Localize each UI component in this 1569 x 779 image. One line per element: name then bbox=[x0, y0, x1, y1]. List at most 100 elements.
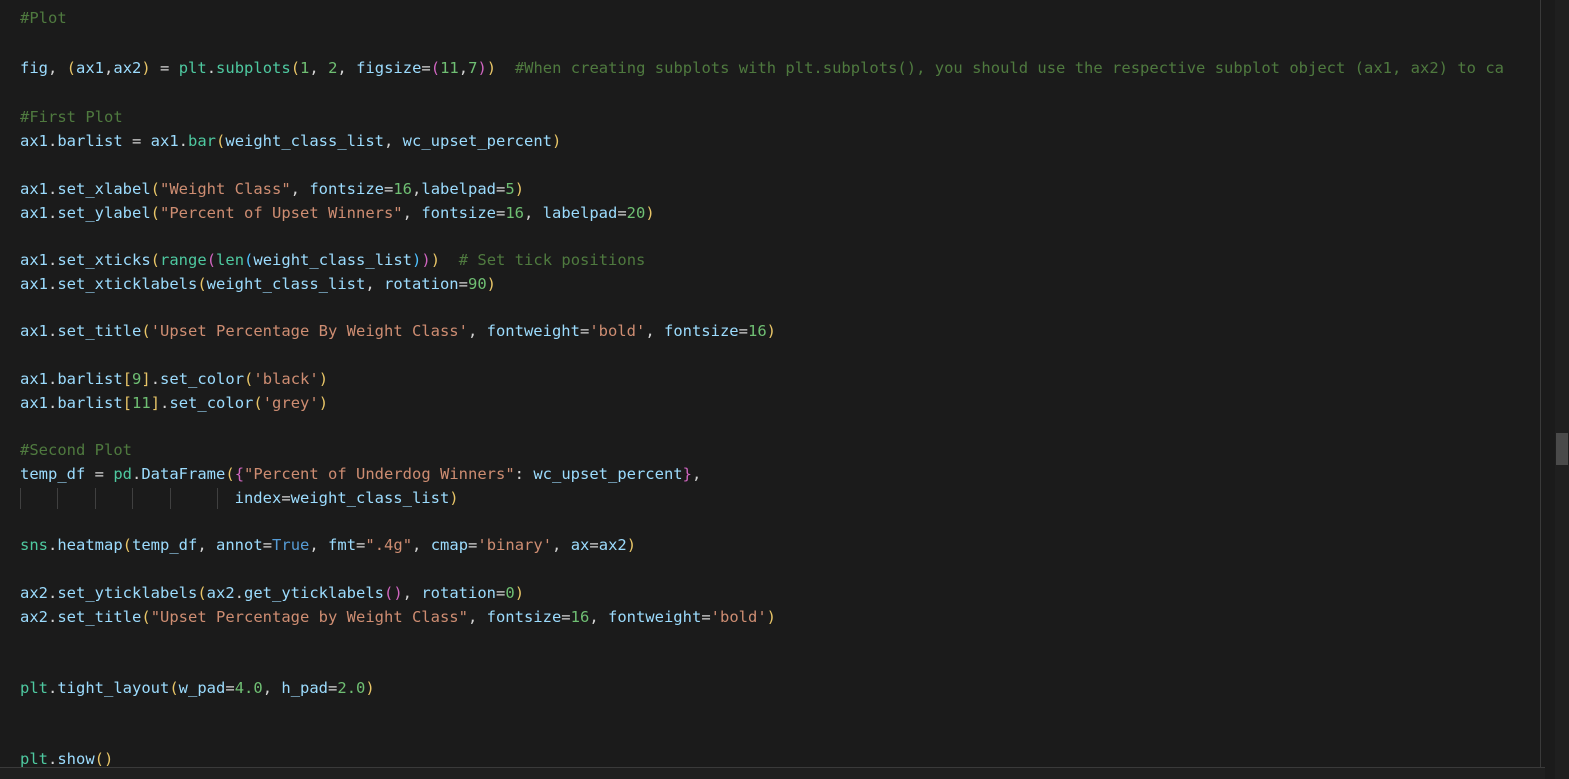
token-bracket: ) bbox=[318, 394, 329, 412]
token-punct: . bbox=[48, 251, 58, 269]
token-bracket: ) bbox=[766, 608, 776, 626]
horizontal-scrollbar[interactable] bbox=[0, 767, 1545, 779]
token-bracket: [ bbox=[122, 394, 133, 412]
token-bracket: ( bbox=[150, 204, 161, 222]
token-kwarg: h_pad bbox=[281, 679, 329, 697]
token-punct: , bbox=[645, 322, 664, 340]
code-line-21[interactable]: index=weight_class_list) bbox=[20, 486, 459, 511]
token-bracket: ( bbox=[150, 180, 161, 198]
token-kwarg: cmap bbox=[430, 536, 469, 554]
token-bracket: ( bbox=[150, 251, 161, 269]
token-punct: . bbox=[48, 322, 58, 340]
editor-right-divider bbox=[1540, 0, 1541, 779]
token-attribute: barlist bbox=[57, 370, 123, 388]
code-line-19[interactable]: #Second Plot bbox=[20, 438, 132, 463]
token-method: set_xlabel bbox=[57, 180, 151, 198]
code-line-1[interactable]: #Plot bbox=[20, 6, 67, 31]
token-punct: . bbox=[178, 132, 189, 150]
token-number: 9 bbox=[132, 370, 142, 388]
token-string: 'black' bbox=[253, 370, 319, 388]
token-operator: = bbox=[701, 608, 711, 626]
token-kwarg: fontsize bbox=[309, 180, 384, 198]
token-punct: . bbox=[48, 132, 58, 150]
token-identifier: ax1 bbox=[20, 275, 48, 293]
token-kwarg: ax bbox=[570, 536, 590, 554]
token-bracket: () bbox=[94, 750, 114, 768]
token-bracket: ) bbox=[412, 251, 422, 269]
code-line-5[interactable]: #First Plot bbox=[20, 105, 123, 130]
token-identifier: weight_class_list bbox=[206, 275, 366, 293]
code-line-3[interactable]: fig, (ax1,ax2) = plt.subplots(1, 2, figs… bbox=[20, 56, 1504, 81]
code-line-8[interactable]: ax1.set_xlabel("Weight Class", fontsize=… bbox=[20, 177, 524, 202]
token-punct: , bbox=[337, 59, 357, 77]
token-string: 'Upset Percentage By Weight Class' bbox=[150, 322, 468, 340]
token-bracket: ) bbox=[551, 132, 562, 150]
token-attribute: barlist bbox=[57, 394, 123, 412]
token-operator: = bbox=[496, 584, 506, 602]
token-identifier: ax1 bbox=[76, 59, 105, 77]
token-punct: . bbox=[48, 204, 58, 222]
token-kwarg: fontsize bbox=[663, 322, 739, 340]
code-line-25[interactable]: ax2.set_yticklabels(ax2.get_yticklabels(… bbox=[20, 581, 524, 606]
token-bracket: ) bbox=[318, 370, 329, 388]
token-operator: = bbox=[617, 204, 627, 222]
token-kwarg: fontweight bbox=[486, 322, 580, 340]
token-bracket: ( bbox=[122, 536, 133, 554]
comment-token: #Plot bbox=[20, 9, 67, 27]
code-line-16[interactable]: ax1.barlist[9].set_color('black') bbox=[20, 367, 328, 392]
token-number: 16 bbox=[570, 608, 590, 626]
code-line-6[interactable]: ax1.barlist = ax1.bar(weight_class_list,… bbox=[20, 129, 561, 154]
token-method: set_yticklabels bbox=[57, 584, 198, 602]
token-bracket: ( bbox=[66, 59, 77, 77]
token-operator: = bbox=[328, 679, 338, 697]
code-line-12[interactable]: ax1.set_xticklabels(weight_class_list, r… bbox=[20, 272, 496, 297]
token-bracket: ) bbox=[430, 251, 441, 269]
token-punct: . bbox=[48, 275, 58, 293]
token-bracket: ) bbox=[477, 59, 487, 77]
token-identifier: ax2 bbox=[113, 59, 142, 77]
token-keyword: True bbox=[272, 536, 310, 554]
token-function: tight_layout bbox=[57, 679, 170, 697]
token-bracket: ( bbox=[430, 59, 441, 77]
code-line-9[interactable]: ax1.set_ylabel("Percent of Upset Winners… bbox=[20, 201, 655, 226]
token-punct: . bbox=[48, 370, 58, 388]
token-bracket: ( bbox=[253, 394, 263, 412]
code-editor[interactable]: #Plot fig, (ax1,ax2) = plt.subplots(1, 2… bbox=[0, 0, 1569, 779]
token-number: 2.0 bbox=[337, 679, 366, 697]
token-identifier: ax2 bbox=[20, 608, 48, 626]
token-string: "Percent of Underdog Winners" bbox=[244, 465, 515, 483]
token-punct: , bbox=[589, 608, 608, 626]
token-method: set_ylabel bbox=[57, 204, 151, 222]
code-line-17[interactable]: ax1.barlist[11].set_color('grey') bbox=[20, 391, 328, 416]
token-bracket: ] bbox=[141, 370, 151, 388]
token-kwarg: annot bbox=[216, 536, 263, 554]
vertical-scroll-thumb[interactable] bbox=[1556, 433, 1568, 465]
trailing-comment-token: # Set tick positions bbox=[458, 251, 646, 269]
token-bracket: ( bbox=[244, 251, 254, 269]
comment-token: #Second Plot bbox=[20, 441, 132, 459]
token-punct: , bbox=[467, 322, 487, 340]
token-method: set_title bbox=[57, 322, 142, 340]
vertical-scrollbar[interactable] bbox=[1555, 0, 1569, 779]
token-operator: = bbox=[262, 536, 273, 554]
code-text-area[interactable]: #Plot fig, (ax1,ax2) = plt.subplots(1, 2… bbox=[0, 0, 1545, 770]
token-identifier: wc_upset_percent bbox=[533, 465, 683, 483]
token-bracket: ( bbox=[225, 465, 235, 483]
code-line-14[interactable]: ax1.set_title('Upset Percentage By Weigh… bbox=[20, 319, 776, 344]
token-number: 1 bbox=[300, 59, 310, 77]
token-bracket: ( bbox=[206, 251, 217, 269]
token-punct: , bbox=[262, 679, 282, 697]
token-kwarg: labelpad bbox=[542, 204, 618, 222]
token-punct: . bbox=[48, 750, 58, 768]
code-line-26[interactable]: ax2.set_title("Upset Percentage by Weigh… bbox=[20, 605, 776, 630]
token-operator: = bbox=[225, 679, 235, 697]
token-operator: = bbox=[589, 536, 599, 554]
code-line-11[interactable]: ax1.set_xticks(range(len(weight_class_li… bbox=[20, 248, 645, 273]
code-line-29[interactable]: plt.tight_layout(w_pad=4.0, h_pad=2.0) bbox=[20, 676, 375, 701]
token-bracket: ) bbox=[449, 489, 459, 507]
token-string: "Upset Percentage by Weight Class" bbox=[150, 608, 468, 626]
token-bracket: ( bbox=[216, 132, 226, 150]
code-line-23[interactable]: sns.heatmap(temp_df, annot=True, fmt=".4… bbox=[20, 533, 636, 558]
code-line-20[interactable]: temp_df = pd.DataFrame({"Percent of Unde… bbox=[20, 462, 701, 487]
